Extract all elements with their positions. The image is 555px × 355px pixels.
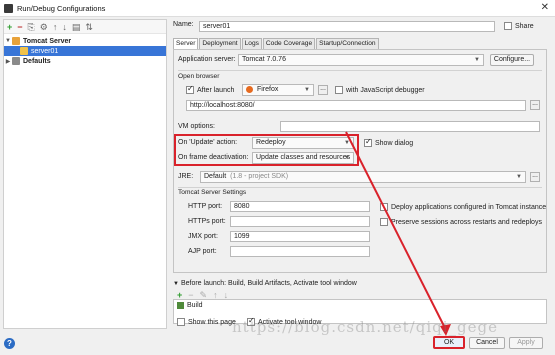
annotation-arrow — [345, 131, 451, 336]
watermark: https://blog.csdn.net/qiqi_gege — [232, 318, 498, 336]
run-debug-configurations-window: Run/Debug Configurations ✕ + − ⎘ ⚙ ↑ ↓ ▤… — [0, 0, 555, 355]
annotation-arrow-line — [345, 131, 447, 331]
